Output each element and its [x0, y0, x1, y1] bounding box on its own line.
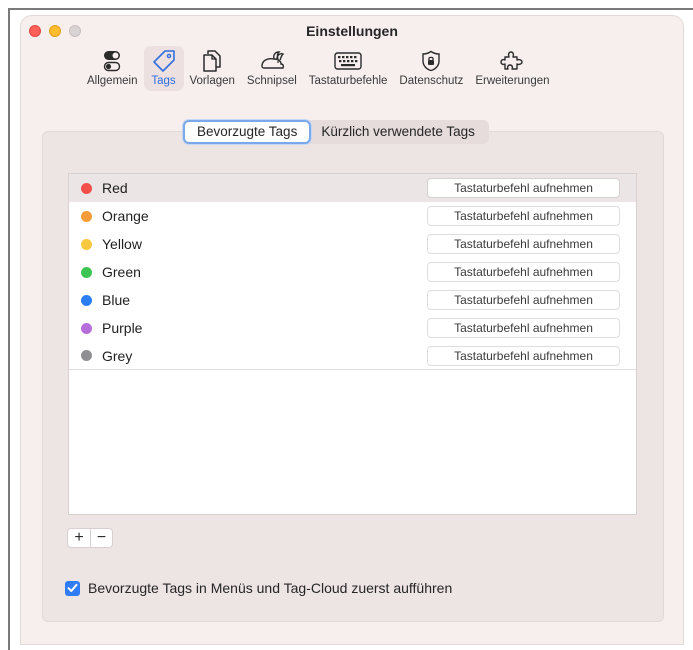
- tab-erweiterungen[interactable]: Erweiterungen: [469, 46, 555, 91]
- tab-vorlagen[interactable]: Vorlagen: [184, 46, 241, 91]
- tab-tags[interactable]: Tags: [143, 46, 184, 91]
- record-shortcut-button[interactable]: Tastaturbefehl aufnehmen: [427, 234, 620, 254]
- green-dot-icon: [81, 266, 92, 278]
- tab-label: Allgemein: [87, 75, 138, 87]
- window-title: Einstellungen: [306, 23, 398, 39]
- settings-window: Einstellungen Allgemein Tags Vorlagen Sc…: [20, 15, 684, 645]
- record-shortcut-button[interactable]: Tastaturbefehl aufnehmen: [427, 318, 620, 338]
- tag-name: Yellow: [102, 236, 142, 252]
- remove-tag-button[interactable]: −: [90, 529, 112, 547]
- keyboard-icon: [334, 49, 362, 73]
- checkbox[interactable]: [65, 580, 80, 596]
- record-shortcut-button[interactable]: Tastaturbefehl aufnehmen: [427, 206, 620, 226]
- favorites-first-option[interactable]: Bevorzugte Tags in Menüs und Tag-Cloud z…: [65, 580, 452, 596]
- segment-recent-tags[interactable]: Kürzlich verwendete Tags: [311, 120, 489, 144]
- checkmark-icon: [67, 583, 78, 592]
- tag-name: Red: [102, 180, 128, 196]
- tab-schnipsel[interactable]: Schnipsel: [241, 46, 303, 91]
- settings-toolbar: Allgemein Tags Vorlagen Schnipsel Tastat…: [81, 46, 556, 96]
- tag-list: Red Tastaturbefehl aufnehmen Orange Tast…: [68, 173, 637, 515]
- tab-label: Tastaturbefehle: [308, 75, 388, 87]
- segment-favorite-tags[interactable]: Bevorzugte Tags: [183, 120, 312, 144]
- add-tag-button[interactable]: +: [68, 529, 90, 547]
- tag-row-orange[interactable]: Orange Tastaturbefehl aufnehmen: [69, 202, 636, 230]
- yellow-dot-icon: [81, 238, 92, 250]
- tag-row-red[interactable]: Red Tastaturbefehl aufnehmen: [69, 174, 636, 202]
- tab-label: Datenschutz: [399, 75, 464, 87]
- tag-name: Blue: [102, 292, 131, 308]
- orange-dot-icon: [81, 210, 92, 222]
- record-shortcut-button[interactable]: Tastaturbefehl aufnehmen: [427, 290, 620, 310]
- lock-icon: [417, 49, 445, 73]
- tab-label: Schnipsel: [246, 75, 297, 87]
- tag-row-grey[interactable]: Grey Tastaturbefehl aufnehmen: [69, 342, 636, 370]
- record-shortcut-button[interactable]: Tastaturbefehl aufnehmen: [427, 262, 620, 282]
- tag-row-blue[interactable]: Blue Tastaturbefehl aufnehmen: [69, 286, 636, 314]
- rabbit-icon: [258, 49, 286, 73]
- tag-row-purple[interactable]: Purple Tastaturbefehl aufnehmen: [69, 314, 636, 342]
- tag-name: Grey: [102, 347, 133, 364]
- tab-label: Erweiterungen: [475, 75, 550, 87]
- tab-allgemein[interactable]: Allgemein: [81, 46, 144, 91]
- record-shortcut-button[interactable]: Tastaturbefehl aufnehmen: [427, 178, 620, 198]
- tag-icon: [150, 49, 178, 73]
- blue-dot-icon: [81, 294, 92, 306]
- tag-name: Orange: [102, 208, 149, 224]
- list-add-remove-control: + −: [67, 528, 113, 548]
- tag-name: Green: [102, 264, 141, 280]
- tab-tastaturbefehle[interactable]: Tastaturbefehle: [303, 46, 394, 91]
- toggles-icon: [98, 49, 126, 73]
- red-dot-icon: [81, 182, 92, 194]
- checkbox-label: Bevorzugte Tags in Menüs und Tag-Cloud z…: [88, 580, 453, 596]
- tag-view-segmented-control: Bevorzugte Tags Kürzlich verwendete Tags: [183, 120, 489, 144]
- tab-label: Tags: [151, 75, 176, 87]
- documents-icon: [198, 49, 226, 73]
- tab-datenschutz[interactable]: Datenschutz: [393, 46, 469, 91]
- tag-row-yellow[interactable]: Yellow Tastaturbefehl aufnehmen: [69, 230, 636, 258]
- purple-dot-icon: [81, 322, 92, 334]
- puzzle-icon: [498, 49, 526, 73]
- tag-name: Purple: [102, 320, 143, 336]
- tag-row-green[interactable]: Green Tastaturbefehl aufnehmen: [69, 258, 636, 286]
- record-shortcut-button[interactable]: Tastaturbefehl aufnehmen: [427, 346, 620, 366]
- tab-label: Vorlagen: [189, 75, 235, 87]
- grey-dot-icon: [81, 350, 92, 361]
